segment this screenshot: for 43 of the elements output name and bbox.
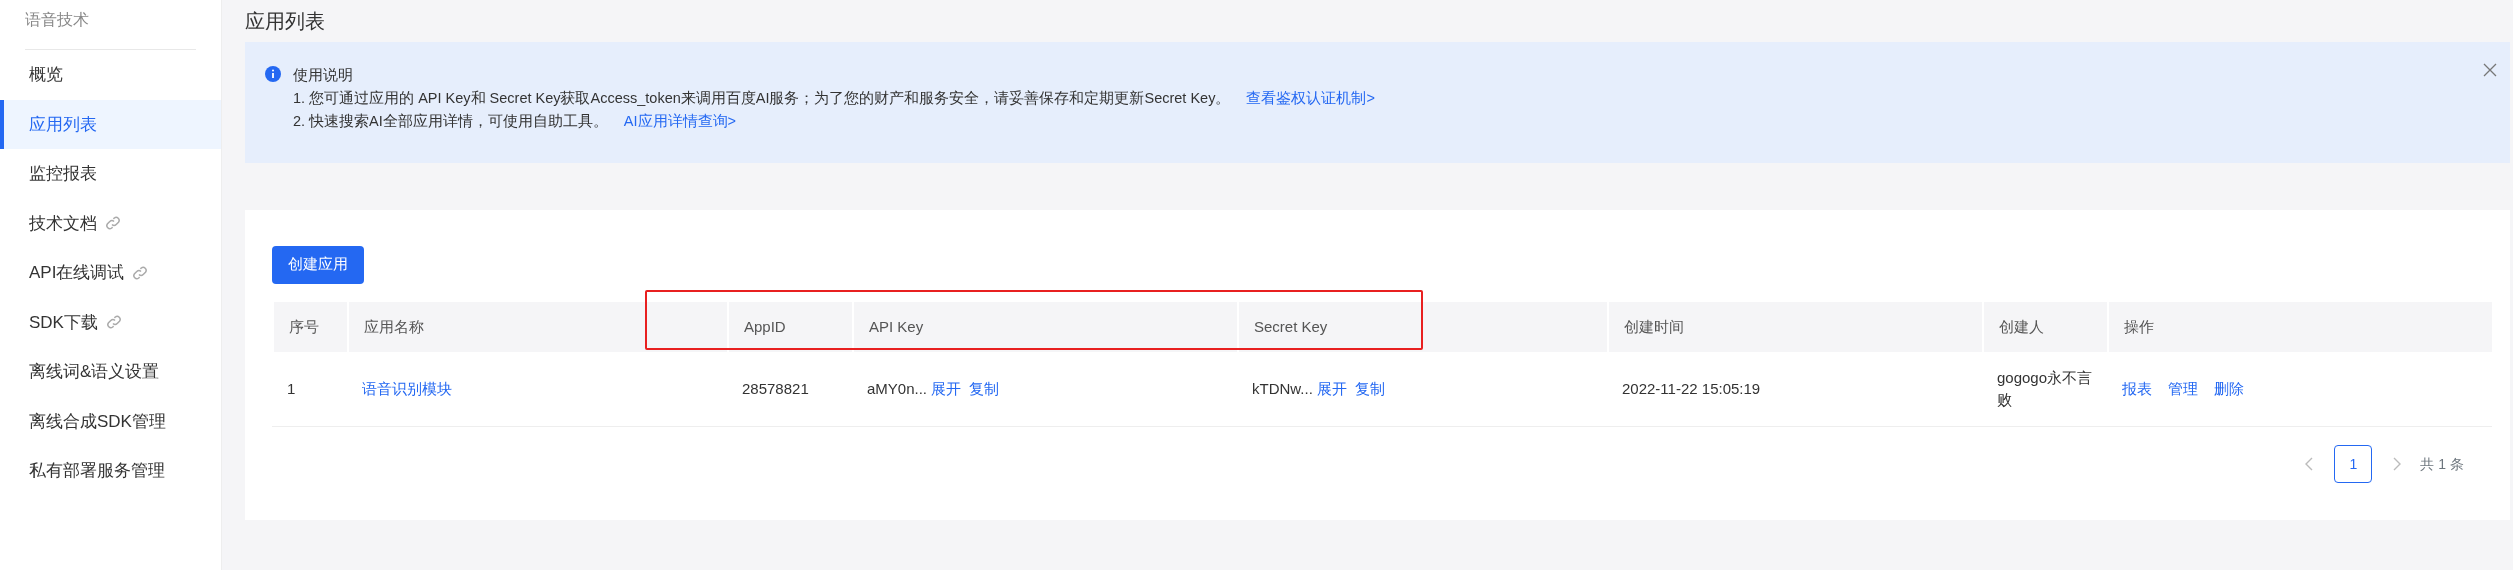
column-header: AppID xyxy=(727,302,852,352)
info-icon xyxy=(265,66,281,82)
masked-key: aMY0n... xyxy=(867,377,928,401)
table-cell: 1 xyxy=(272,352,347,427)
sidebar-item[interactable]: 离线词&语义设置 xyxy=(0,347,221,397)
expand-link[interactable]: 展开 xyxy=(931,377,962,401)
action-link[interactable]: 报表 xyxy=(2122,377,2152,401)
sidebar-item[interactable]: API在线调试 xyxy=(0,248,221,298)
copy-link[interactable]: 复制 xyxy=(969,377,1000,401)
notice-link[interactable]: AI应用详情查询> xyxy=(623,110,736,133)
table-cell: 2022-11-22 15:05:19 xyxy=(1607,352,1982,427)
sidebar-item[interactable]: 概览 xyxy=(0,50,221,100)
total-count: 共 1 条 xyxy=(2420,454,2464,474)
notice-title: 使用说明 xyxy=(293,66,354,85)
sidebar-item[interactable]: SDK下载 xyxy=(0,297,221,347)
sidebar-item[interactable]: 私有部署服务管理 xyxy=(0,446,221,496)
table-cell-text: gogogo永不言败 xyxy=(1997,368,2094,410)
sidebar-item[interactable]: 技术文档 xyxy=(0,198,221,248)
column-header: API Key xyxy=(852,302,1237,352)
expand-link[interactable]: 展开 xyxy=(1316,377,1347,401)
column-header: 应用名称 xyxy=(347,302,727,352)
sidebar-item[interactable]: 应用列表 xyxy=(0,99,221,149)
column-header: 创建时间 xyxy=(1607,302,1982,352)
copy-link[interactable]: 复制 xyxy=(1354,377,1385,401)
action-link[interactable]: 管理 xyxy=(2168,377,2198,401)
page-button[interactable]: 1 xyxy=(2334,445,2373,483)
sidebar-item[interactable]: 监控报表 xyxy=(0,149,221,199)
column-header: 操作 xyxy=(2107,302,2492,352)
column-header: Secret Key xyxy=(1237,302,1607,352)
section-title: 语音技术 xyxy=(25,0,196,50)
notice-link[interactable]: 查看鉴权认证机制> xyxy=(1246,87,1375,110)
page-title: 应用列表 xyxy=(245,9,326,34)
action-link[interactable]: 删除 xyxy=(2214,377,2244,401)
notice-text: 1. 您可通过应用的 API Key和 Secret Key获取Access_token来调用百度AI服务；为了您的财产和服务安全，请妥善保存和定期更新Secret Key。 xyxy=(293,89,1231,108)
close-icon[interactable] xyxy=(2482,62,2498,78)
notice-text: 2. 快速搜索AI全部应用详情，可使用自助工具。 xyxy=(293,112,608,131)
masked-key: kTDNw... xyxy=(1252,377,1313,401)
app-name-link[interactable]: 语音识别模块 xyxy=(362,377,452,401)
sidebar-item[interactable]: 离线合成SDK管理 xyxy=(0,396,221,446)
column-header: 创建人 xyxy=(1982,302,2107,352)
create-app-button[interactable]: 创建应用 xyxy=(272,246,364,284)
table-cell: 28578821 xyxy=(727,352,852,427)
column-header: 序号 xyxy=(272,302,347,352)
